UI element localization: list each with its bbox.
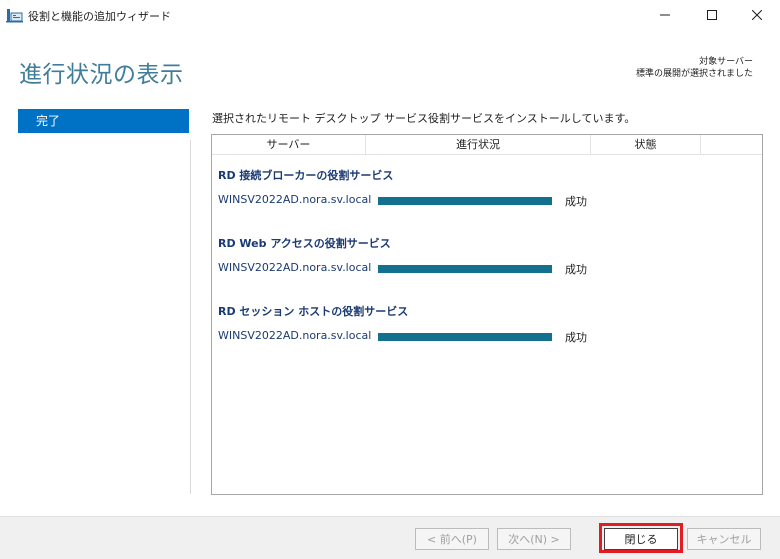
previous-button[interactable]: < 前へ(P) (415, 528, 489, 550)
target-server-info: 対象サーバー 標準の展開が選択されました (636, 56, 753, 80)
server-name: WINSV2022AD.nora.sv.local (218, 193, 372, 206)
result-status: 成功 (565, 195, 587, 208)
server-manager-icon (6, 7, 23, 23)
maximize-button[interactable] (689, 0, 735, 30)
nav-divider (190, 140, 191, 494)
close-window-button[interactable] (734, 0, 780, 30)
cancel-button[interactable]: キャンセル (687, 528, 761, 550)
status-message: 選択されたリモート デスクトップ サービス役割サービスをインストールしています。 (212, 112, 636, 125)
progress-bar (378, 197, 552, 205)
result-status: 成功 (565, 331, 587, 344)
window-title: 役割と機能の追加ウィザード (28, 10, 171, 23)
column-header-progress[interactable]: 進行状況 (366, 135, 591, 155)
minimize-button[interactable] (642, 0, 688, 30)
target-server-value: 標準の展開が選択されました (635, 69, 753, 79)
title-bar: 役割と機能の追加ウィザード (0, 0, 780, 30)
target-server-label: 対象サーバー (699, 57, 753, 67)
progress-bar (378, 333, 552, 341)
progress-fill (378, 333, 552, 341)
nav-item-complete[interactable]: 完了 (18, 109, 189, 133)
page-title: 進行状況の表示 (19, 62, 184, 88)
progress-fill (378, 197, 552, 205)
result-status: 成功 (565, 263, 587, 276)
results-panel: サーバー 進行状況 状態 RD 接続ブローカーの役割サービス WINSV2022… (211, 134, 763, 495)
column-header-server[interactable]: サーバー (212, 135, 366, 155)
server-name: WINSV2022AD.nora.sv.local (218, 329, 372, 342)
progress-fill (378, 265, 552, 273)
role-group-title: RD セッション ホストの役割サービス (218, 305, 409, 318)
server-name: WINSV2022AD.nora.sv.local (218, 261, 372, 274)
close-icon (752, 10, 762, 20)
progress-bar (378, 265, 552, 273)
role-group-title: RD 接続ブローカーの役割サービス (218, 169, 394, 182)
column-header-row: サーバー 進行状況 状態 (212, 135, 762, 155)
column-header-status[interactable]: 状態 (591, 135, 701, 155)
minimize-icon (660, 14, 670, 16)
wizard-nav: 完了 (18, 109, 189, 133)
wizard-body: 進行状況の表示 対象サーバー 標準の展開が選択されました 完了 選択されたリモー… (0, 30, 780, 516)
role-group-title: RD Web アクセスの役割サービス (218, 237, 391, 250)
next-button[interactable]: 次へ(N) > (497, 528, 571, 550)
maximize-icon (707, 10, 717, 20)
close-button-highlight (599, 523, 683, 553)
